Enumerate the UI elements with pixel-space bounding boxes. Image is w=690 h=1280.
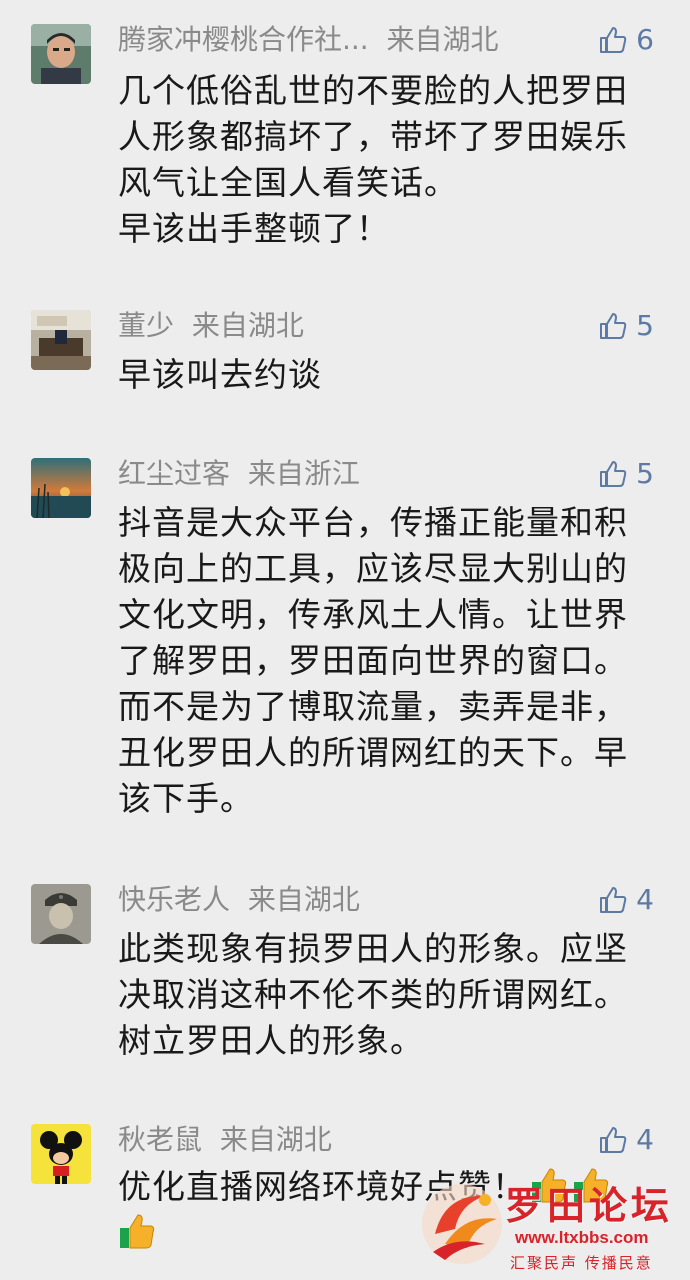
like-button[interactable]: 4 xyxy=(598,1122,654,1158)
like-button[interactable]: 5 xyxy=(598,308,654,344)
top-divider xyxy=(0,0,690,14)
location: 来自浙江 xyxy=(247,457,360,490)
comment-line: 而不是为了博取流量，卖弄是非， xyxy=(118,687,628,726)
forum-logo-icon xyxy=(422,1184,502,1264)
username[interactable]: 快乐老人 xyxy=(118,883,230,916)
watermark-url: www.ltxbbs.com xyxy=(515,1228,649,1247)
person-photo-avatar xyxy=(31,24,91,84)
thumbs-up-emoji-icon xyxy=(120,1214,155,1249)
username[interactable]: 董少 xyxy=(118,309,174,342)
comment-line: 该下手。 xyxy=(118,779,254,818)
comment-text: 此类现象有损罗田人的形象。应坚 决取消这种不伦不类的所谓网红。 树立罗田人的形象… xyxy=(118,926,658,1064)
thumbs-up-icon xyxy=(600,461,627,487)
comment-user-meta: 快乐老人 来自湖北 xyxy=(118,882,360,918)
cartoon-mouse-avatar xyxy=(31,1124,91,1184)
room-photo-avatar xyxy=(31,310,91,370)
comment-line: 丑化罗田人的所谓网红的天下。早 xyxy=(118,733,628,772)
watermark-slogan: 汇聚民声 传播民意 xyxy=(510,1254,653,1272)
like-button[interactable]: 6 xyxy=(598,22,654,58)
comment-line: 了解罗田，罗田面向世界的窗口。 xyxy=(118,641,628,680)
username[interactable]: 腾家冲樱桃合作社... xyxy=(118,23,369,56)
comment-line: 抖音是大众平台，传播正能量和积 xyxy=(118,503,628,542)
comment-line: 此类现象有损罗田人的形象。应坚 xyxy=(118,929,628,968)
sunset-photo-avatar xyxy=(31,458,91,518)
comment-line: 树立罗田人的形象。 xyxy=(118,1021,424,1060)
comment-text: 抖音是大众平台，传播正能量和积 极向上的工具，应该尽显大别山的 文化文明，传承风… xyxy=(118,500,658,822)
comment-line: 几个低俗乱世的不要脸的人把罗田 xyxy=(118,71,628,110)
comment-user-meta: 红尘过客 来自浙江 xyxy=(118,456,360,492)
thumbs-up-icon xyxy=(600,887,627,913)
like-button[interactable]: 5 xyxy=(598,456,654,492)
comment-line: 早该出手整顿了！ xyxy=(118,209,390,248)
avatar[interactable] xyxy=(31,310,91,370)
watermark-title: 罗田论坛 xyxy=(505,1183,674,1228)
like-count: 4 xyxy=(636,1123,654,1156)
like-count: 6 xyxy=(636,23,654,56)
like-button[interactable]: 4 xyxy=(598,882,654,918)
comment-user-meta: 腾家冲樱桃合作社... 来自湖北 xyxy=(118,22,499,58)
comment-line: 极向上的工具，应该尽显大别山的 xyxy=(118,549,628,588)
avatar[interactable] xyxy=(31,1124,91,1184)
username[interactable]: 秋老鼠 xyxy=(118,1123,202,1156)
comment-text: 几个低俗乱世的不要脸的人把罗田 人形象都搞坏了，带坏了罗田娱乐 风气让全国人看笑… xyxy=(118,68,658,252)
username[interactable]: 红尘过客 xyxy=(118,457,230,490)
location: 来自湖北 xyxy=(191,309,304,342)
avatar[interactable] xyxy=(31,24,91,84)
like-count: 4 xyxy=(636,883,654,916)
location: 来自湖北 xyxy=(386,23,499,56)
comment-line: 文化文明，传承风土人情。让世界 xyxy=(118,595,628,634)
comment-line: 早该叫去约谈 xyxy=(118,355,322,394)
comment-line: 人形象都搞坏了，带坏了罗田娱乐 xyxy=(118,117,628,156)
comment-line: 风气让全国人看笑话。 xyxy=(118,163,458,202)
thumbs-up-icon xyxy=(600,27,627,53)
comment-line: 决取消这种不伦不类的所谓网红。 xyxy=(118,975,628,1014)
like-count: 5 xyxy=(636,457,654,490)
comment-user-meta: 秋老鼠 来自湖北 xyxy=(118,1122,332,1158)
thumbs-up-icon xyxy=(600,313,627,339)
avatar[interactable] xyxy=(31,884,91,944)
location: 来自湖北 xyxy=(219,1123,332,1156)
comment-text: 早该叫去约谈 xyxy=(118,352,658,398)
soldier-photo-avatar xyxy=(31,884,91,944)
thumbs-up-icon xyxy=(600,1127,627,1153)
location: 来自湖北 xyxy=(247,883,360,916)
avatar[interactable] xyxy=(31,458,91,518)
comment-user-meta: 董少 来自湖北 xyxy=(118,308,304,344)
like-count: 5 xyxy=(636,309,654,342)
forum-watermark: 罗田论坛 www.ltxbbs.com 汇聚民声 传播民意 xyxy=(410,1170,690,1280)
